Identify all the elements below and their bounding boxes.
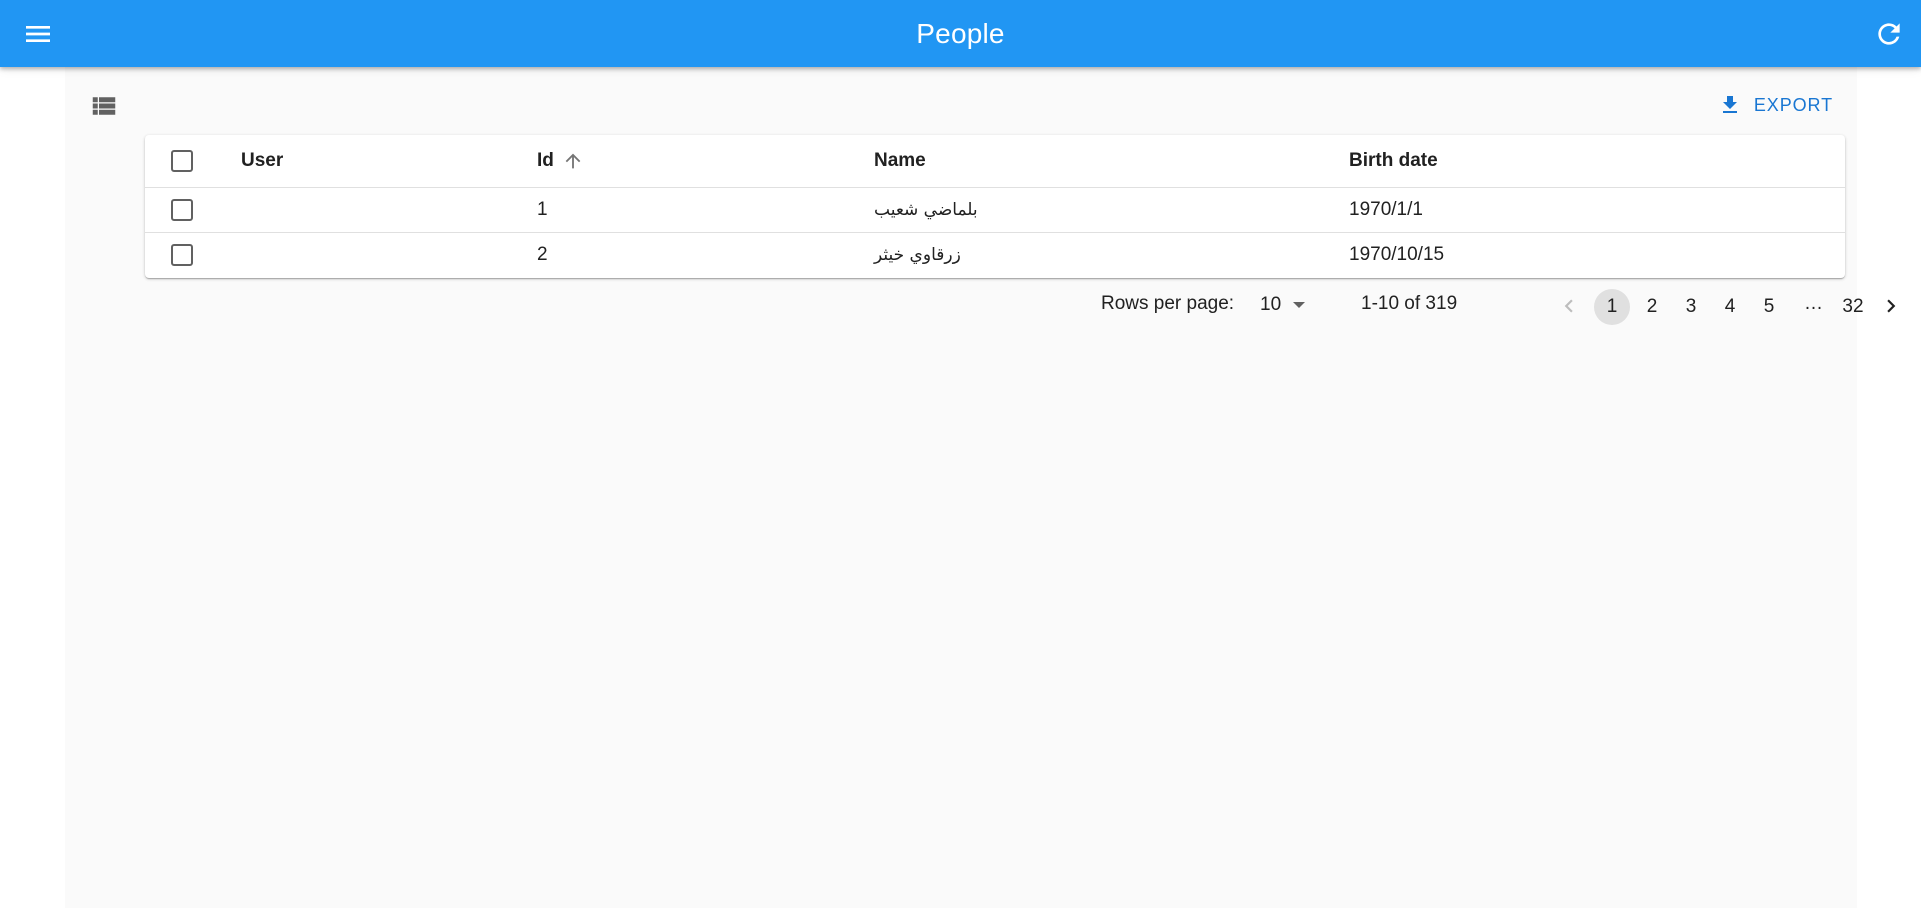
page-button-3[interactable]: 3 xyxy=(1673,289,1709,325)
people-table: User Id Name Birth date 1 بلماضي شعيب 19… xyxy=(145,135,1845,278)
arrow-up-icon xyxy=(565,153,581,169)
next-page-button[interactable] xyxy=(1874,289,1908,323)
row-checkbox[interactable] xyxy=(171,243,193,266)
export-button[interactable]: EXPORT xyxy=(1710,87,1841,123)
download-icon xyxy=(1722,96,1737,113)
page-title: People xyxy=(916,18,1005,49)
table-row[interactable]: 1 بلماضي شعيب 1970/1/1 xyxy=(145,187,1845,233)
row-checkbox[interactable] xyxy=(171,198,193,221)
view-list-icon[interactable] xyxy=(89,91,119,121)
app-bar: People xyxy=(0,0,1921,67)
page-button-2[interactable]: 2 xyxy=(1634,289,1670,325)
page-button-1[interactable]: 1 xyxy=(1594,289,1630,325)
refresh-icon[interactable] xyxy=(1873,18,1905,50)
column-header-id-label: Id xyxy=(537,150,554,171)
cell-birth-date: 1970/10/15 xyxy=(1349,243,1445,265)
cell-id: 1 xyxy=(537,198,548,220)
page-button-5[interactable]: 5 xyxy=(1751,289,1787,325)
column-header-user[interactable]: User xyxy=(241,135,283,187)
rows-per-page-label: Rows per page: xyxy=(1101,293,1235,314)
chevron-right-icon xyxy=(1887,299,1896,313)
chevron-down-icon xyxy=(1293,302,1306,308)
main-content: EXPORT User Id Name Birth date 1 بلماضي … xyxy=(65,67,1896,908)
previous-page-button[interactable] xyxy=(1552,289,1586,323)
cell-name: بلماضي شعيب xyxy=(874,199,978,220)
page-button-last[interactable]: 32 xyxy=(1833,289,1873,325)
table-header-row: User Id Name Birth date xyxy=(145,135,1845,188)
table-row[interactable]: 2 زرقاوي خيثر 1970/10/15 xyxy=(145,232,1845,277)
cell-birth-date: 1970/1/1 xyxy=(1349,198,1423,220)
column-header-birth-date[interactable]: Birth date xyxy=(1349,135,1438,187)
pagination: Rows per page: 10 1-10 of 319 1 2 3 4 5 … xyxy=(65,280,1864,332)
page-button-4[interactable]: 4 xyxy=(1712,289,1748,325)
select-all-checkbox[interactable] xyxy=(171,150,193,172)
cell-id: 2 xyxy=(537,243,548,265)
column-header-id[interactable]: Id xyxy=(537,135,584,187)
rows-per-page-select[interactable]: 10 xyxy=(1260,290,1306,320)
pagination-ellipsis: … xyxy=(1804,293,1823,314)
column-header-name[interactable]: Name xyxy=(874,135,926,187)
cell-name: زرقاوي خيثر xyxy=(874,244,961,265)
export-label: EXPORT xyxy=(1753,94,1833,115)
rows-per-page-value: 10 xyxy=(1260,294,1282,315)
chevron-left-icon xyxy=(1564,299,1573,313)
pagination-range: 1-10 of 319 xyxy=(1361,293,1458,314)
